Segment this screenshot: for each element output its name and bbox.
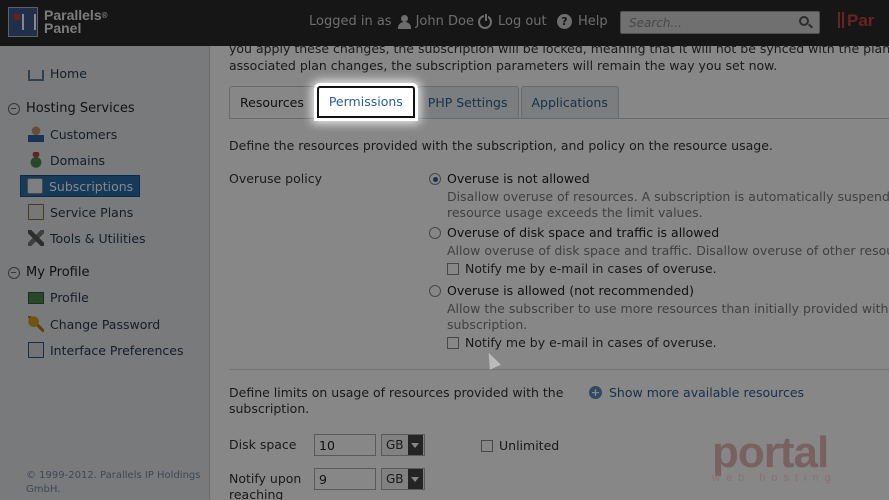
sidebar: Home Hosting Services Customers Domains … <box>0 46 210 500</box>
option-overuse-allowed[interactable]: Overuse is allowed (not recommended) <box>429 283 694 298</box>
sidebar-item-home[interactable]: Home <box>28 66 87 81</box>
sidebar-section-hosting-services[interactable]: Hosting Services <box>8 101 135 116</box>
radio-overuse-disk-traffic[interactable] <box>429 227 441 239</box>
domains-icon <box>28 152 44 168</box>
notify-upon-reaching-input[interactable] <box>314 468 376 490</box>
notify-overuse-checkbox[interactable] <box>447 262 459 275</box>
logout-label: Log out <box>498 14 547 29</box>
tab-php-settings[interactable]: PHP Settings <box>416 86 519 118</box>
user-icon <box>397 14 411 29</box>
portal-watermark: portal web hosting <box>712 428 837 484</box>
option-overuse-not-allowed[interactable]: Overuse is not allowed <box>429 171 590 186</box>
option-overuse-disk-traffic[interactable]: Overuse of disk space and traffic is all… <box>429 225 719 240</box>
help-label: Help <box>578 14 608 29</box>
home-icon <box>28 70 44 81</box>
tab-permissions[interactable]: Permissions <box>316 86 415 118</box>
disk-space-label: Disk space <box>229 437 297 452</box>
disk-space-input[interactable] <box>314 434 376 456</box>
overuse-policy-label: Overuse policy <box>229 171 322 186</box>
sidebar-item-service-plans[interactable]: Service Plans <box>28 204 133 220</box>
notify-overuse-checkbox-row[interactable]: Notify me by e-mail in cases of overuse. <box>447 261 717 276</box>
user-name-link[interactable]: John Doe <box>416 14 474 29</box>
tools-icon <box>28 230 44 246</box>
tab-divider <box>229 118 889 119</box>
notify-unit-select[interactable]: GB <box>381 468 425 490</box>
search-input[interactable] <box>621 12 791 33</box>
sidebar-section-my-profile[interactable]: My Profile <box>8 265 89 280</box>
unlimited-checkbox-row[interactable]: Unlimited <box>481 438 559 453</box>
search-box <box>620 11 820 34</box>
limits-description: Define limits on usage of resources prov… <box>229 385 564 416</box>
sidebar-item-change-password[interactable]: Change Password <box>28 316 160 332</box>
sidebar-item-domains[interactable]: Domains <box>28 152 105 168</box>
logo-line2: Panel <box>44 20 82 36</box>
plus-icon: + <box>589 386 602 399</box>
logo-registered-mark: ® <box>101 11 108 20</box>
help-button[interactable]: ? Help <box>557 14 608 29</box>
tab-bar: Resources Permissions PHP Settings Appli… <box>229 86 621 119</box>
notify-overuse-checkbox[interactable] <box>447 336 459 349</box>
radio-overuse-not-allowed[interactable] <box>429 173 441 185</box>
sidebar-item-profile[interactable]: Profile <box>28 290 89 305</box>
sidebar-item-interface-preferences[interactable]: Interface Preferences <box>28 342 183 358</box>
power-icon <box>478 12 492 29</box>
sidebar-item-tools-utilities[interactable]: Tools & Utilities <box>28 230 146 246</box>
search-icon[interactable] <box>799 16 809 26</box>
tab-applications[interactable]: Applications <box>520 86 619 118</box>
customers-icon <box>28 126 44 142</box>
logged-in-info: Logged in as John Doe <box>309 14 474 29</box>
logout-button[interactable]: Log out <box>478 12 547 29</box>
disk-space-unit-select[interactable]: GB <box>381 434 425 456</box>
key-icon <box>28 316 44 332</box>
option-description: Allow overuse of disk space and traffic.… <box>447 243 889 258</box>
lock-notice: you apply these changes, the subscriptio… <box>229 41 889 73</box>
parallels-panel-logo[interactable]: Parallels® Panel <box>8 7 108 37</box>
brand-bars-icon <box>838 12 844 28</box>
notify-upon-reaching-label: Notify upon reaching <box>229 471 302 500</box>
option-description: Allow the subscriber to use more resourc… <box>447 301 889 332</box>
subscriptions-icon <box>27 178 43 194</box>
logged-in-as-label: Logged in as <box>309 14 392 29</box>
sidebar-item-customers[interactable]: Customers <box>28 126 117 142</box>
option-description: Disallow overuse of resources. A subscri… <box>447 189 889 220</box>
profile-icon <box>28 291 44 304</box>
tab-resources[interactable]: Resources <box>229 86 315 119</box>
service-plans-icon <box>28 204 44 220</box>
copyright: © 1999-2012. Parallels IP Holdings GmbH. <box>26 470 201 495</box>
help-icon: ? <box>557 14 572 29</box>
resources-description: Define the resources provided with the s… <box>229 138 773 153</box>
section-divider <box>229 369 889 370</box>
show-more-resources-link[interactable]: + Show more available resources <box>589 385 804 400</box>
parallels-logo-icon <box>8 7 38 37</box>
preferences-icon <box>28 342 44 358</box>
unlimited-checkbox[interactable] <box>481 439 493 452</box>
notify-overuse-checkbox-row[interactable]: Notify me by e-mail in cases of overuse. <box>447 335 717 350</box>
parallels-brand-fragment: Par <box>838 11 874 31</box>
radio-overuse-allowed[interactable] <box>429 285 441 297</box>
chevron-down-icon <box>408 469 423 489</box>
collapse-icon <box>8 102 20 115</box>
sidebar-item-subscriptions[interactable]: Subscriptions <box>20 175 141 197</box>
chevron-down-icon <box>408 435 423 455</box>
collapse-icon <box>8 266 20 279</box>
